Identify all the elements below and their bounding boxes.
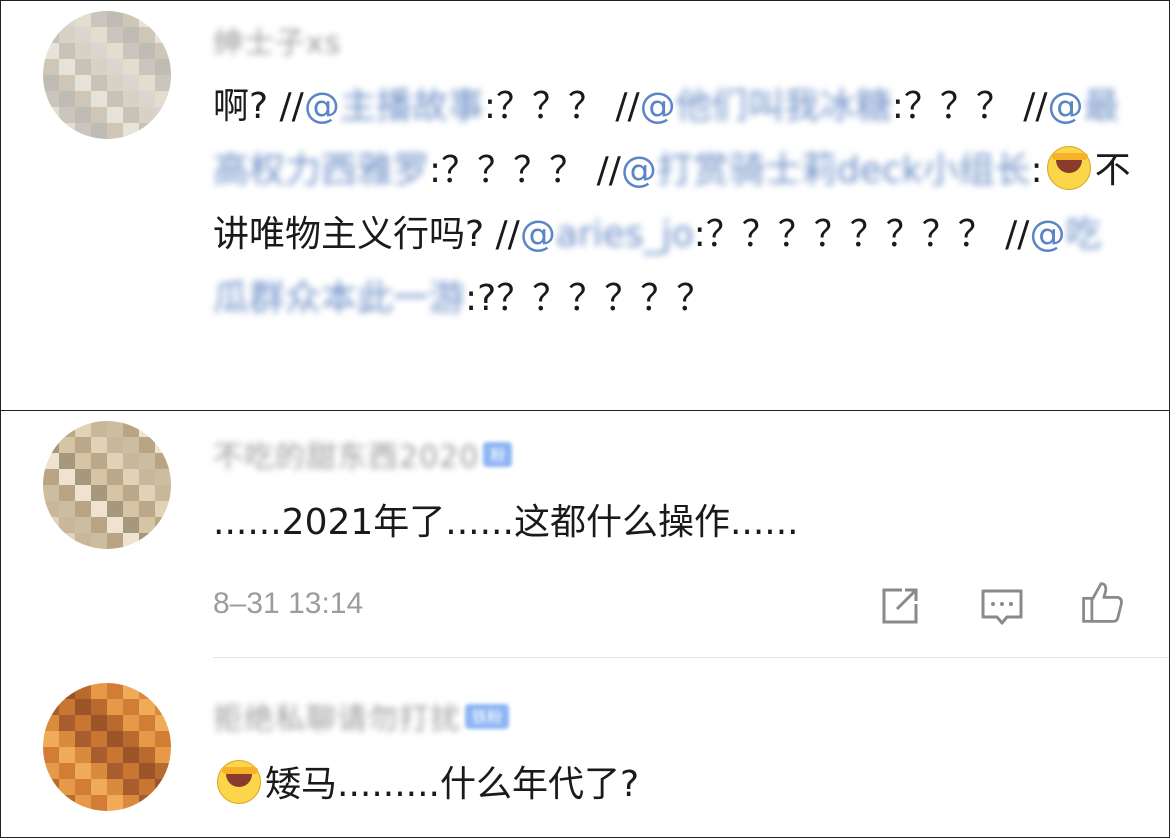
mention-link[interactable]: @aries_jo bbox=[520, 214, 694, 255]
mention-link[interactable]: @打赏骑士莉deck小组长 bbox=[621, 150, 1031, 191]
comment-content: 啊? //@主播故事:？？？ //@他们叫我冰糖:？？？ //@最高权力西雅罗:… bbox=[213, 86, 1131, 319]
facepalm-laugh-emoji bbox=[1046, 146, 1091, 190]
comment-list: 不吃的甜东西2020 粉 ......2021年了......这都什么操作...… bbox=[0, 410, 1170, 838]
comment-text: :？？？？？？？？ // bbox=[693, 214, 1030, 255]
comment-top: 绅士子xs 啊? //@主播故事:？？？ //@他们叫我冰糖:？？？ //@最高… bbox=[0, 0, 1170, 411]
comment-text: :？？？？ // bbox=[429, 150, 621, 191]
comment-content: 矮马.........什么年代了? bbox=[213, 753, 639, 817]
timestamp: 8–31 13:14 bbox=[213, 587, 364, 620]
username[interactable]: 不吃的甜东西2020 粉 bbox=[213, 437, 513, 475]
avatar[interactable] bbox=[43, 683, 171, 811]
comment-text: :？？？ // bbox=[483, 86, 640, 127]
mention-link[interactable]: @主播故事 bbox=[304, 86, 484, 127]
fan-badge: 铁粉 bbox=[465, 703, 510, 729]
comment-text: :？？？ // bbox=[891, 86, 1048, 127]
comment-text: : bbox=[1030, 150, 1043, 191]
comment-icon[interactable] bbox=[979, 585, 1025, 631]
avatar[interactable] bbox=[43, 11, 171, 139]
like-icon[interactable] bbox=[1079, 579, 1125, 625]
share-icon[interactable] bbox=[877, 583, 923, 629]
username[interactable]: 拒绝私聊请勿打扰 铁粉 bbox=[213, 699, 510, 737]
comment-text: :?？？？？？？ bbox=[465, 278, 713, 319]
mention-link[interactable]: @他们叫我冰糖 bbox=[640, 86, 892, 127]
avatar[interactable] bbox=[43, 421, 171, 549]
username[interactable]: 绅士子xs bbox=[213, 23, 341, 61]
fan-badge: 粉 bbox=[483, 441, 513, 467]
divider bbox=[213, 657, 1169, 658]
facepalm-laugh-emoji bbox=[217, 760, 261, 804]
comment-content: ......2021年了......这都什么操作...... bbox=[213, 502, 799, 543]
